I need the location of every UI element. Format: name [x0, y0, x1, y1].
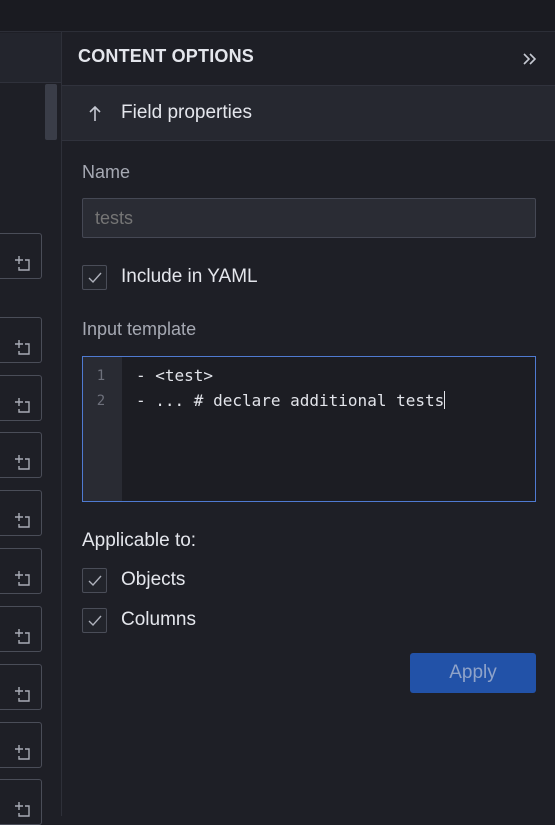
left-column-header	[0, 33, 61, 83]
add-row-button[interactable]	[0, 664, 42, 710]
name-label: Name	[82, 162, 131, 182]
line-number: 2	[96, 393, 106, 409]
add-to-corner-icon	[15, 687, 30, 702]
code-line-text: - ... # declare additional tests	[136, 391, 445, 410]
add-to-corner-icon	[15, 629, 30, 644]
add-to-corner-icon	[15, 513, 30, 528]
objects-label: Objects	[121, 569, 186, 590]
add-to-corner-icon	[15, 571, 30, 586]
code-line-text: - <test>	[136, 366, 214, 385]
name-input[interactable]	[82, 198, 536, 238]
add-row-button[interactable]	[0, 432, 42, 478]
text-cursor	[444, 391, 446, 409]
panel-title: CONTENT OPTIONS	[78, 46, 255, 66]
add-row-button[interactable]	[0, 606, 42, 652]
line-number-gutter: 1 2	[83, 357, 122, 501]
add-row-button[interactable]	[0, 375, 42, 421]
code-line: - ... # declare additional tests	[136, 391, 446, 410]
objects-checkbox[interactable]	[82, 568, 107, 593]
field-properties-header[interactable]: Field properties	[62, 85, 555, 141]
add-to-corner-icon	[15, 256, 30, 271]
applicable-to-heading: Applicable to:	[82, 530, 197, 551]
check-icon	[88, 272, 102, 284]
include-in-yaml-label: Include in YAML	[121, 266, 258, 287]
add-row-button[interactable]	[0, 317, 42, 363]
add-row-button[interactable]	[0, 548, 42, 594]
include-in-yaml-checkbox[interactable]	[82, 265, 107, 290]
add-to-corner-icon	[15, 340, 30, 355]
add-row-button[interactable]	[0, 233, 42, 279]
input-template-label: Input template	[82, 319, 197, 339]
line-number: 1	[96, 368, 106, 384]
add-row-button[interactable]	[0, 722, 42, 768]
apply-button[interactable]: Apply	[410, 653, 536, 693]
add-to-corner-icon	[15, 745, 30, 760]
add-to-corner-icon	[15, 802, 30, 817]
check-icon	[88, 575, 102, 587]
section-label: Field properties	[121, 102, 252, 123]
columns-checkbox[interactable]	[82, 608, 107, 633]
code-line: - <test>	[136, 366, 213, 385]
columns-label: Columns	[121, 609, 196, 630]
arrow-up-icon	[89, 105, 101, 121]
add-to-corner-icon	[15, 455, 30, 470]
input-template-editor[interactable]: 1 2 - <test> - ... # declare additional …	[82, 356, 536, 502]
top-bar	[0, 0, 555, 32]
add-row-button[interactable]	[0, 779, 42, 825]
scrollbar-thumb[interactable]	[45, 84, 57, 140]
add-row-button[interactable]	[0, 490, 42, 536]
add-to-corner-icon	[15, 398, 30, 413]
check-icon	[88, 615, 102, 627]
double-chevron-right-icon[interactable]	[521, 50, 539, 68]
content-options-panel: CONTENT OPTIONS Field properties Name In…	[62, 32, 555, 816]
